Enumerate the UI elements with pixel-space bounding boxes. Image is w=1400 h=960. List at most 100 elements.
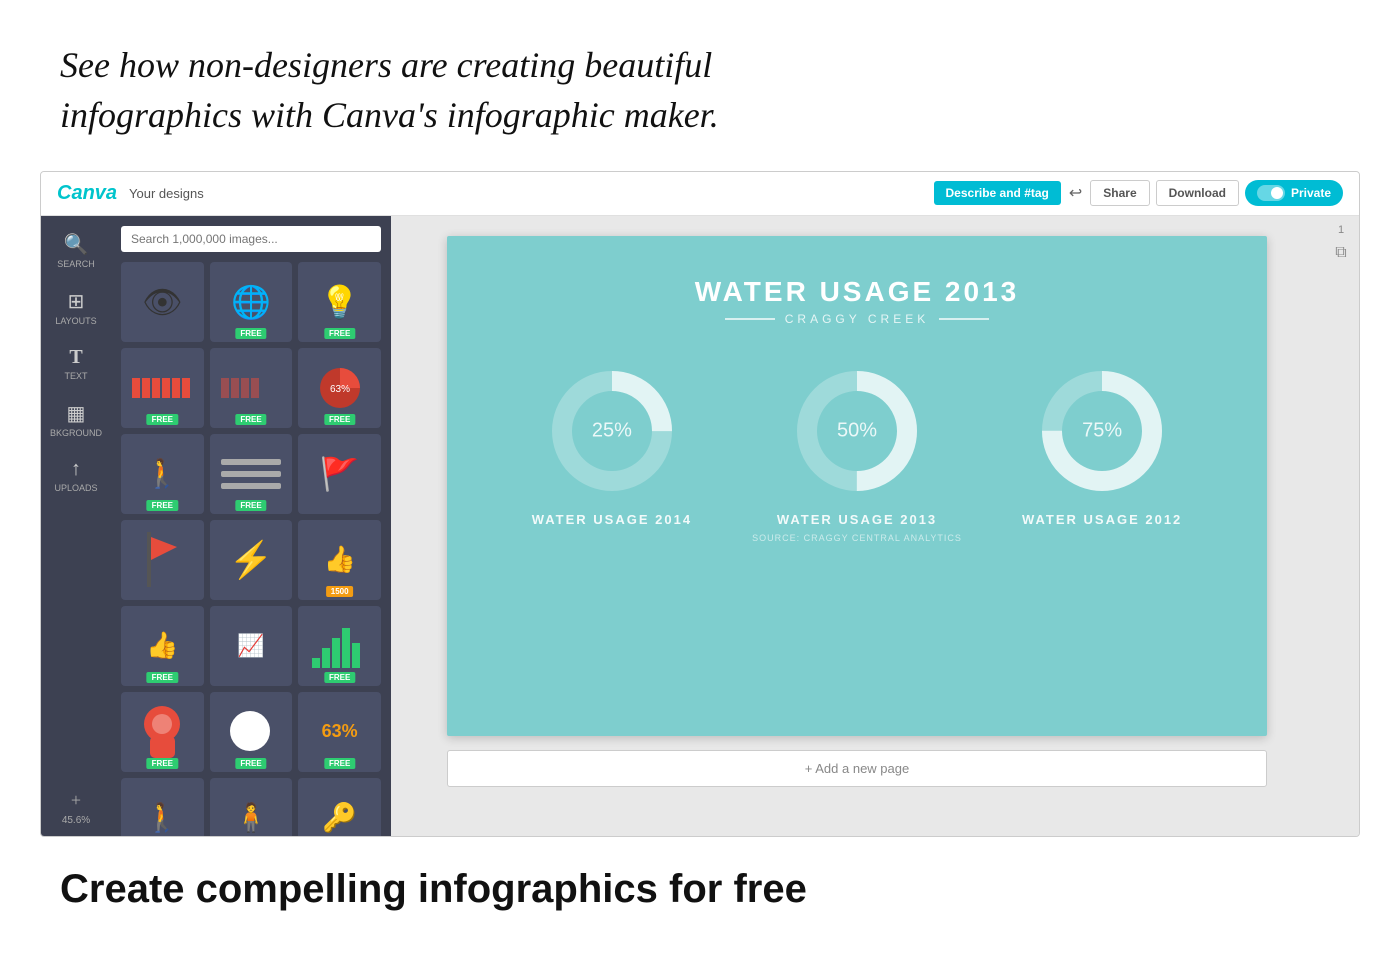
element-pct63[interactable]: 63% FREE	[298, 692, 381, 772]
pct-icon: 63%	[322, 721, 358, 742]
donut-pct-3: 75%	[1082, 419, 1122, 442]
donut-chart-2: 50%	[792, 366, 922, 496]
zoom-level: 45.6%	[62, 815, 90, 826]
sidebar: 🔍 SEARCH ⊞ LAYOUTS T TEXT ▦ BKGROUND ↑ U…	[41, 216, 111, 836]
element-person3[interactable]: 🧍 FREE	[210, 778, 293, 836]
element-pie63[interactable]: 63% FREE	[298, 348, 381, 428]
element-lightning[interactable]: ⚡	[210, 520, 293, 600]
lightning-icon: ⚡	[229, 539, 274, 581]
sidebar-item-uploads[interactable]: ↑ UPLOADS	[45, 452, 107, 499]
element-bars[interactable]: FREE	[298, 606, 381, 686]
canva-logo: Canva	[57, 182, 117, 205]
circle-icon	[228, 709, 273, 754]
right-toolbar: 1 ⧉	[1323, 216, 1359, 836]
donut-container-1: 25% WATER USAGE 2014	[532, 366, 692, 543]
sidebar-item-layouts[interactable]: ⊞ LAYOUTS	[45, 283, 107, 332]
sidebar-item-text[interactable]: T TEXT	[45, 340, 107, 387]
free-badge: FREE	[147, 758, 178, 769]
person3-icon: 🧍	[234, 801, 269, 835]
element-eye[interactable]: 👁	[121, 262, 204, 342]
element-globe[interactable]: 🌐 FREE	[210, 262, 293, 342]
element-flag-red[interactable]	[121, 520, 204, 600]
donut-chart-3: 75%	[1037, 366, 1167, 496]
page-number: 1	[1338, 224, 1344, 236]
arrow-icon: 📈	[237, 633, 264, 659]
add-button[interactable]: +	[71, 790, 81, 811]
free-badge: FREE	[147, 672, 178, 683]
bars-icon	[312, 623, 367, 668]
free-badge: FREE	[235, 414, 266, 425]
element-key[interactable]: 🔑 FREE	[298, 778, 381, 836]
top-nav: Canva Your designs Describe and #tag ↩ S…	[41, 172, 1359, 216]
search-icon: 🔍	[64, 232, 89, 257]
donut-label-3: WATER USAGE 2012	[1022, 512, 1182, 527]
canvas-page[interactable]: WATER USAGE 2013 CRAGGY CREEK 25% WATER …	[447, 236, 1267, 736]
hero-text: See how non-designers are creating beaut…	[60, 40, 840, 141]
svg-text:63%: 63%	[330, 384, 350, 395]
pie-icon: 63%	[315, 363, 365, 413]
thumb-icon: 👍	[323, 545, 355, 575]
app-mockup: Canva Your designs Describe and #tag ↩ S…	[40, 171, 1360, 837]
free-badge: FREE	[324, 758, 355, 769]
text-icon: T	[69, 346, 82, 369]
sidebar-bottom: + 45.6%	[41, 790, 111, 826]
sidebar-text-label: TEXT	[64, 371, 87, 381]
editor-body: 🔍 SEARCH ⊞ LAYOUTS T TEXT ▦ BKGROUND ↑ U…	[41, 216, 1359, 836]
sidebar-layouts-label: LAYOUTS	[55, 316, 96, 326]
free-badge: FREE	[235, 758, 266, 769]
bottom-heading-section: Create compelling infographics for free	[0, 837, 1400, 932]
donut-pct-2: 50%	[837, 419, 877, 442]
free-badge: FREE	[324, 414, 355, 425]
search-input[interactable]	[121, 226, 381, 252]
element-thumb-free[interactable]: 👍 FREE	[121, 606, 204, 686]
element-arrow[interactable]: 📈	[210, 606, 293, 686]
background-icon: ▦	[67, 401, 86, 426]
bottom-heading: Create compelling infographics for free	[60, 867, 1340, 912]
donut-row: 25% WATER USAGE 2014 50%	[532, 366, 1183, 543]
element-thumb-1500[interactable]: 👍 1500	[298, 520, 381, 600]
download-button[interactable]: Download	[1156, 180, 1239, 206]
donut-source: SOURCE: CRAGGY CENTRAL ANALYTICS	[752, 533, 962, 543]
element-bulb[interactable]: 💡 FREE	[298, 262, 381, 342]
key-icon: 🔑	[322, 801, 357, 835]
copy-page-icon[interactable]: ⧉	[1335, 244, 1346, 262]
element-person[interactable]: 🚶 FREE	[121, 434, 204, 514]
element-panel: 👁 🌐 FREE 💡 FREE	[111, 216, 391, 836]
donut-pct-1: 25%	[592, 419, 632, 442]
sidebar-item-search[interactable]: 🔍 SEARCH	[45, 226, 107, 275]
element-flag-green[interactable]: 🚩	[298, 434, 381, 514]
element-head[interactable]: FREE	[121, 692, 204, 772]
undo-button[interactable]: ↩	[1069, 183, 1082, 203]
donut-container-2: 50% WATER USAGE 2013 SOURCE: CRAGGY CENT…	[752, 366, 962, 543]
head-icon	[140, 704, 185, 759]
lines-icon	[221, 454, 281, 494]
num-badge: 1500	[326, 586, 354, 597]
share-button[interactable]: Share	[1090, 180, 1149, 206]
element-person2[interactable]: 🚶 FREE	[121, 778, 204, 836]
your-designs-label: Your designs	[129, 186, 204, 201]
person-icon: 🚶	[145, 457, 180, 491]
elements-grid: 👁 🌐 FREE 💡 FREE	[121, 262, 381, 836]
bulb-icon: 💡	[320, 283, 360, 321]
stripes-icon	[132, 378, 192, 398]
free-badge: FREE	[147, 414, 178, 425]
thumb2-icon: 👍	[146, 631, 178, 661]
canvas-area: WATER USAGE 2013 CRAGGY CREEK 25% WATER …	[391, 216, 1323, 836]
describe-tag-button[interactable]: Describe and #tag	[934, 181, 1061, 205]
infographic-title: WATER USAGE 2013	[695, 276, 1019, 308]
sidebar-uploads-label: UPLOADS	[54, 483, 97, 493]
donut-container-3: 75% WATER USAGE 2012	[1022, 366, 1182, 543]
eye-icon: 👁	[142, 283, 183, 321]
element-stripes2[interactable]: FREE	[210, 348, 293, 428]
free-badge: FREE	[147, 500, 178, 511]
private-button[interactable]: Private	[1245, 180, 1343, 206]
element-lines[interactable]: FREE	[210, 434, 293, 514]
add-page-button[interactable]: + Add a new page	[447, 750, 1267, 787]
element-stripes1[interactable]: FREE	[121, 348, 204, 428]
private-toggle[interactable]	[1257, 185, 1285, 201]
layouts-icon: ⊞	[68, 289, 85, 314]
hero-section: See how non-designers are creating beaut…	[0, 0, 900, 171]
element-white-circle[interactable]: FREE	[210, 692, 293, 772]
uploads-icon: ↑	[71, 458, 81, 481]
sidebar-item-background[interactable]: ▦ BKGROUND	[45, 395, 107, 444]
